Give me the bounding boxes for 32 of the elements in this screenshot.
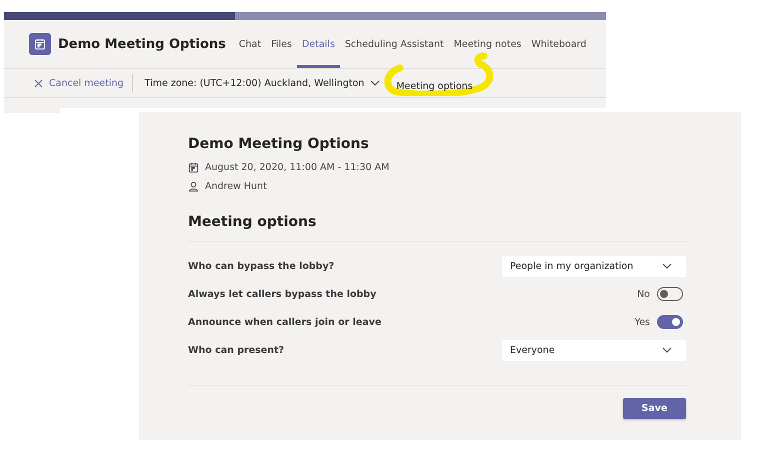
- close-icon: [34, 78, 43, 88]
- tab[interactable]: Chat: [234, 20, 266, 68]
- tab[interactable]: Files: [266, 20, 297, 68]
- cancel-meeting-button[interactable]: Cancel meeting: [34, 74, 133, 92]
- calendar-icon: [34, 38, 46, 50]
- tab[interactable]: Scheduling Assistant: [340, 20, 449, 68]
- setting-dropdown[interactable]: Everyone: [502, 340, 686, 360]
- toggle-state: No: [637, 288, 650, 300]
- setting-label: Always let callers bypass the lobby: [188, 288, 376, 300]
- tab[interactable]: Details: [296, 20, 340, 68]
- section-heading: Meeting options: [188, 214, 686, 242]
- tab[interactable]: Whiteboard: [526, 20, 592, 68]
- chevron-down-icon: [662, 263, 672, 269]
- tab[interactable]: Meeting notes: [448, 20, 526, 68]
- toggle-switch[interactable]: [657, 315, 683, 329]
- chevron-down-icon: [370, 80, 380, 86]
- time-zone-dropdown[interactable]: Time zone: (UTC+12:00) Auckland, Wellington: [132, 78, 380, 88]
- setting-dropdown[interactable]: People in my organization: [502, 256, 686, 276]
- setting-label: Who can present?: [188, 344, 284, 356]
- meeting-options-link[interactable]: Meeting options: [396, 80, 473, 92]
- organizer-name: Andrew Hunt: [205, 181, 267, 192]
- save-button[interactable]: Save: [623, 398, 686, 419]
- chevron-down-icon: [662, 347, 672, 353]
- meeting-date: August 20, 2020, 11:00 AM - 11:30 AM: [205, 162, 390, 173]
- meeting-title: Demo Meeting Options: [188, 136, 370, 152]
- person-icon: [188, 181, 199, 192]
- meeting-title: Demo Meeting Options: [58, 36, 226, 52]
- toggle-state: Yes: [634, 316, 650, 328]
- setting-label: Who can bypass the lobby?: [188, 260, 334, 272]
- calendar-icon: [188, 162, 199, 173]
- toggle-switch[interactable]: [657, 287, 683, 301]
- setting-label: Announce when callers join or leave: [188, 316, 382, 328]
